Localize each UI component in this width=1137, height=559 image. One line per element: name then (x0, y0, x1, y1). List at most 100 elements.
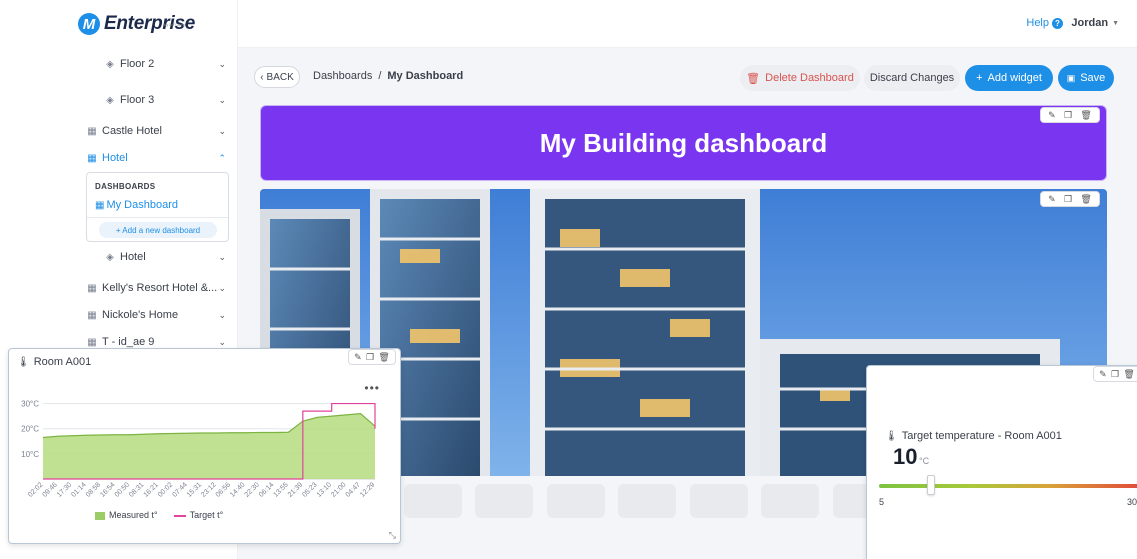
save-button[interactable]: ▣ Save (1058, 65, 1114, 91)
trash-icon[interactable]: 🗑 (1080, 110, 1091, 121)
chevron-down-icon[interactable]: ⌄ (218, 337, 226, 348)
logo-sub: by IoTComp (164, 22, 186, 27)
chevron-down-icon: ▼ (1112, 19, 1119, 27)
trash-icon[interactable]: 🗑 (1080, 194, 1091, 205)
edit-icon[interactable]: ✎ (1099, 369, 1107, 380)
topbar: Help ? Jordan ▼ (238, 0, 1137, 48)
x-tick-label: 05:23 (301, 481, 318, 498)
chevron-down-icon[interactable]: ⌄ (218, 95, 226, 106)
x-tick-label: 00:50 (114, 481, 131, 498)
sidebar-item-label: Kelly's Resort Hotel &... (102, 282, 218, 294)
y-tick-label: 20°C (21, 425, 39, 434)
x-tick-label: 16:21 (143, 481, 160, 498)
banner-widget[interactable]: My Building dashboard (260, 105, 1107, 181)
target-temperature-widget[interactable]: ✎ ❐ 🗑 🌡 Target temperature - Room A001 1… (866, 365, 1137, 559)
discard-changes-button[interactable]: Discard Changes (864, 65, 960, 91)
slider-min-label: 5 (879, 497, 885, 507)
sidebar-item-hotel-floor[interactable]: ◈ Hotel ⌄ (68, 246, 230, 268)
widget-toolbar: ✎ ❐ 🗑 (1040, 191, 1100, 207)
sidebar-item-hotel[interactable]: ▦ Hotel ⌃ (68, 147, 230, 169)
duplicate-icon[interactable]: ❐ (1111, 369, 1119, 380)
add-widget-button[interactable]: + Add widget (965, 65, 1053, 91)
discard-changes-label: Discard Changes (869, 72, 955, 84)
sidebar-item-label: Hotel (102, 152, 128, 164)
logo-mark: M (78, 13, 100, 35)
add-widget-label: Add widget (987, 72, 1042, 84)
save-label: Save (1080, 72, 1106, 84)
chevron-down-icon[interactable]: ⌄ (218, 126, 226, 137)
x-tick-label: 12:29 (359, 481, 376, 498)
edit-icon[interactable]: ✎ (1048, 110, 1056, 121)
legend-swatch-target (173, 514, 186, 517)
delete-dashboard-button[interactable]: 🗑 Delete Dashboard (740, 65, 860, 91)
dashboards-panel: DASHBOARDS ▦ My Dashboard + Add a new da… (86, 172, 229, 242)
temp-title: 🌡 Target temperature - Room A001 (885, 430, 1062, 442)
duplicate-icon[interactable]: ❐ (1064, 110, 1072, 121)
divider (87, 217, 228, 218)
trash-icon[interactable]: 🗑 (1123, 369, 1134, 380)
room-chart-widget[interactable]: 🌡 Room A001 ✎ ❐ 🗑 ••• 30°C 20°C 10°C 02:02 0… (8, 348, 401, 544)
help-label: Help (1026, 17, 1049, 29)
x-tick-label: 09:46 (42, 481, 59, 498)
placeholder-tile (618, 484, 676, 518)
sidebar-item-nickoles-home[interactable]: ▦ Nickole's Home ⌄ (68, 304, 230, 326)
legend-swatch-measured (95, 511, 105, 520)
dashboard-link-label: My Dashboard (106, 199, 178, 211)
plus-icon: + (976, 72, 983, 84)
sidebar-item-kellys-resort[interactable]: ▦ Kelly's Resort Hotel &... ⌄ (68, 277, 230, 299)
x-tick-label: 21:39 (287, 481, 304, 498)
legend-measured-label: Measured t° (109, 510, 158, 520)
delete-dashboard-label: Delete Dashboard (765, 72, 854, 84)
x-tick-label: 14:40 (229, 481, 246, 498)
user-menu[interactable]: Jordan ▼ (1071, 17, 1119, 29)
chevron-up-icon[interactable]: ⌃ (218, 153, 226, 164)
temp-unit: °C (919, 456, 930, 466)
sidebar-item-castle-hotel[interactable]: ▦ Castle Hotel ⌄ (68, 120, 230, 142)
sidebar-item-label: Castle Hotel (102, 125, 162, 137)
temp-slider-track[interactable] (879, 484, 1137, 488)
trash-icon: 🗑 (746, 72, 761, 85)
user-name: Jordan (1071, 17, 1109, 29)
x-tick-label: 22:30 (244, 481, 261, 498)
question-icon: ? (1052, 17, 1063, 29)
edit-icon[interactable]: ✎ (1048, 194, 1056, 205)
x-tick-label: 02:02 (27, 481, 44, 498)
placeholder-tile (547, 484, 605, 518)
breadcrumb: Dashboards / My Dashboard (313, 70, 463, 82)
help-link[interactable]: Help ? (1026, 17, 1063, 29)
temp-slider-thumb[interactable] (927, 475, 936, 495)
sidebar-item-label: Floor 2 (120, 58, 155, 70)
sidebar-item-floor-2[interactable]: ◈ Floor 2 ⌄ (68, 53, 230, 75)
chevron-down-icon[interactable]: ⌄ (218, 283, 226, 294)
placeholder-tile (690, 484, 748, 518)
x-tick-label: 08:58 (85, 481, 102, 498)
legend-target[interactable]: Target t° (173, 510, 223, 520)
room-chart-plot: 30°C20°C10°C02:0209:4617:3001:1408:5816:… (21, 400, 376, 499)
back-button[interactable]: ‹ BACK (254, 66, 300, 88)
breadcrumb-root[interactable]: Dashboards (313, 70, 372, 82)
chevron-down-icon[interactable]: ⌄ (218, 59, 226, 70)
sidebar-item-label: Hotel (120, 251, 146, 263)
legend-measured[interactable]: Measured t° (95, 510, 158, 520)
resize-handle-icon[interactable]: ⤡ (389, 530, 396, 541)
x-tick-label: 01:14 (70, 481, 87, 498)
back-label: BACK (266, 71, 294, 83)
widget-toolbar: ✎ ❐ 🗑 (1093, 366, 1137, 382)
chevron-down-icon[interactable]: ⌄ (218, 310, 226, 321)
add-dashboard-button[interactable]: + Add a new dashboard (99, 222, 217, 238)
breadcrumb-current: My Dashboard (387, 70, 464, 82)
building-icon: ▦ (87, 336, 97, 348)
chevron-down-icon[interactable]: ⌄ (218, 252, 226, 263)
temp-value: 10 (893, 444, 918, 469)
dashboard-link-my-dashboard[interactable]: ▦ My Dashboard (95, 199, 178, 211)
x-tick-label: 21:00 (330, 481, 347, 498)
x-tick-label: 16:54 (99, 481, 116, 498)
thermometer-icon: 🌡 (885, 430, 898, 442)
x-tick-label: 06:14 (258, 481, 275, 498)
sidebar-item-floor-3[interactable]: ◈ Floor 3 ⌄ (68, 89, 230, 111)
layers-icon: ◈ (106, 58, 114, 70)
sidebar-item-label: T - id_ae 9 (102, 336, 155, 348)
x-tick-label: 13:55 (272, 481, 289, 498)
duplicate-icon[interactable]: ❐ (1064, 194, 1072, 205)
layers-icon: ◈ (106, 94, 114, 106)
